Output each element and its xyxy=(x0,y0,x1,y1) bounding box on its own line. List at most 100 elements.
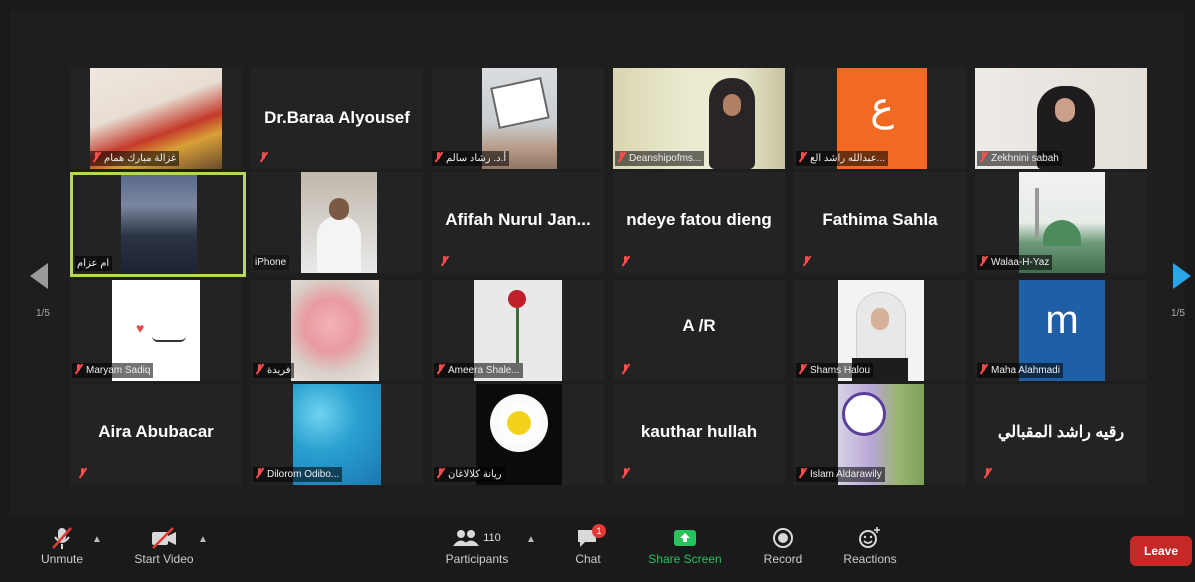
participant-tile[interactable]: ndeye fatou dieng xyxy=(613,172,785,273)
participant-label: Zekhnini sabah xyxy=(977,151,1062,166)
participant-label: Maryam Sadiq xyxy=(72,363,154,378)
participant-tile[interactable]: رقيه راشد المقبالي xyxy=(975,384,1147,485)
participant-tile[interactable]: Dilorom Odibo... xyxy=(251,384,423,485)
participants-options-caret[interactable]: ▲ xyxy=(526,534,536,545)
chat-label: Chat xyxy=(575,552,601,566)
meeting-toolbar: Unmute ▲ Start Video ▲ 110 Participants … xyxy=(0,520,1195,582)
person-face xyxy=(1055,98,1075,122)
participant-tile[interactable]: Afifah Nurul Jan... xyxy=(432,172,604,273)
participant-name: Islam Aldarawily xyxy=(810,469,882,480)
participant-label: Islam Aldarawily xyxy=(796,467,885,482)
reactions-label: Reactions xyxy=(843,552,897,566)
participant-name: kauthar hullah xyxy=(640,422,758,441)
participant-tile[interactable]: m Maha Alahmadi xyxy=(975,280,1147,381)
participant-tile[interactable]: Walaa-H-Yaz xyxy=(975,172,1147,273)
participant-tile-active-speaker[interactable]: ام عزام xyxy=(70,172,246,277)
participant-label: ريانة كلالاغان xyxy=(434,467,505,482)
page-indicator-right: 1/5 xyxy=(1171,308,1185,319)
leave-button[interactable]: Leave xyxy=(1130,536,1192,566)
unmute-label: Unmute xyxy=(40,552,84,566)
participant-tile[interactable]: غزالة مبارك همام xyxy=(70,68,242,169)
participant-label: Shams Halou xyxy=(796,363,874,378)
mic-muted-icon xyxy=(436,364,445,375)
mic-muted-icon xyxy=(979,152,988,163)
video-gallery: 1/5 1/5 غزالة مبارك همام Dr.Baraa Alyous… xyxy=(10,10,1191,515)
mic-muted-icon xyxy=(621,256,630,267)
participant-tile[interactable]: Islam Aldarawily xyxy=(794,384,966,485)
participant-name: ndeye fatou dieng xyxy=(626,210,772,229)
chat-icon: 1 xyxy=(566,524,610,552)
participant-label: Dilorom Odibo... xyxy=(253,467,343,482)
participant-name: Aira Abubacar xyxy=(98,422,214,441)
participant-label: Deanshipofms... xyxy=(615,151,705,166)
participant-label: أ.د. رشاد سالم xyxy=(432,151,510,166)
participant-tile[interactable]: ريانة كلالاغان xyxy=(432,384,604,485)
participant-name: Maha Alahmadi xyxy=(991,365,1060,376)
next-page-arrow[interactable] xyxy=(1173,263,1191,289)
person-face xyxy=(723,94,741,116)
participant-tile[interactable]: kauthar hullah xyxy=(613,384,785,485)
mic-muted-icon xyxy=(92,152,101,163)
mic-muted-icon xyxy=(255,468,264,479)
share-screen-icon xyxy=(640,524,730,552)
participant-name: Zekhnini sabah xyxy=(991,153,1059,164)
participant-name: Fathima Sahla xyxy=(822,210,938,229)
participant-tile[interactable]: فريدة xyxy=(251,280,423,381)
mic-muted-icon xyxy=(30,524,94,552)
participant-tile[interactable]: ♥ Maryam Sadiq xyxy=(70,280,242,381)
mic-muted-icon xyxy=(802,256,811,267)
participant-label: Maha Alahmadi xyxy=(977,363,1063,378)
participant-label: Ameera Shale... xyxy=(434,363,523,378)
participant-name: Afifah Nurul Jan... xyxy=(445,210,591,229)
mic-muted-icon xyxy=(434,152,443,163)
participant-label: عبدالله راشد الع... xyxy=(796,151,889,166)
share-screen-button[interactable]: Share Screen xyxy=(640,524,730,566)
mic-muted-icon xyxy=(74,364,83,375)
start-video-button[interactable]: Start Video xyxy=(124,524,204,566)
video-options-caret[interactable]: ▲ xyxy=(198,534,208,545)
participant-tile[interactable]: أ.د. رشاد سالم xyxy=(432,68,604,169)
mic-muted-icon xyxy=(798,364,807,375)
participant-tile[interactable]: iPhone xyxy=(251,172,423,273)
reactions-button[interactable]: Reactions xyxy=(838,524,902,566)
mic-muted-icon xyxy=(78,468,87,479)
rose-icon xyxy=(508,290,526,308)
unmute-button[interactable]: Unmute xyxy=(30,524,94,566)
participant-tile[interactable]: Fathima Sahla xyxy=(794,172,966,273)
participant-name: عبدالله راشد الع... xyxy=(810,153,886,164)
record-label: Record xyxy=(763,552,803,566)
participant-tile[interactable]: Ameera Shale... xyxy=(432,280,604,381)
participants-button[interactable]: 110 Participants xyxy=(432,524,522,566)
mic-muted-icon xyxy=(259,152,268,163)
participant-tile[interactable]: Zekhnini sabah xyxy=(975,68,1147,169)
participant-name: A /R xyxy=(682,316,716,335)
badge-logo xyxy=(842,392,886,436)
participant-label: غزالة مبارك همام xyxy=(90,151,180,166)
participant-tile[interactable]: Shams Halou xyxy=(794,280,966,381)
participant-label: ام عزام xyxy=(75,256,113,271)
person-silhouette xyxy=(317,216,361,273)
participant-grid: غزالة مبارك همام Dr.Baraa Alyousef أ.د. … xyxy=(70,68,1150,486)
participant-tile[interactable]: Deanshipofms... xyxy=(613,68,785,169)
mic-muted-icon xyxy=(983,468,992,479)
participant-label: Walaa-H-Yaz xyxy=(977,255,1053,270)
prev-page-arrow[interactable] xyxy=(30,263,48,289)
mic-muted-icon xyxy=(798,152,807,163)
daisy-icon xyxy=(490,394,548,452)
participant-video xyxy=(121,175,197,274)
mic-muted-icon xyxy=(440,256,449,267)
person-face xyxy=(871,308,889,330)
participant-name: أ.د. رشاد سالم xyxy=(446,153,507,164)
person-silhouette xyxy=(709,78,755,169)
participant-tile[interactable]: ع عبدالله راشد الع... xyxy=(794,68,966,169)
page-indicator-left: 1/5 xyxy=(36,308,50,319)
audio-options-caret[interactable]: ▲ xyxy=(92,534,102,545)
chat-button[interactable]: 1 Chat xyxy=(566,524,610,566)
record-icon xyxy=(756,524,810,552)
stem-shape xyxy=(516,308,519,363)
participant-tile[interactable]: A /R xyxy=(613,280,785,381)
participant-tile[interactable]: Aira Abubacar xyxy=(70,384,242,485)
record-button[interactable]: Record xyxy=(756,524,810,566)
participant-tile[interactable]: Dr.Baraa Alyousef xyxy=(251,68,423,169)
avatar-letter: m xyxy=(1045,298,1079,342)
